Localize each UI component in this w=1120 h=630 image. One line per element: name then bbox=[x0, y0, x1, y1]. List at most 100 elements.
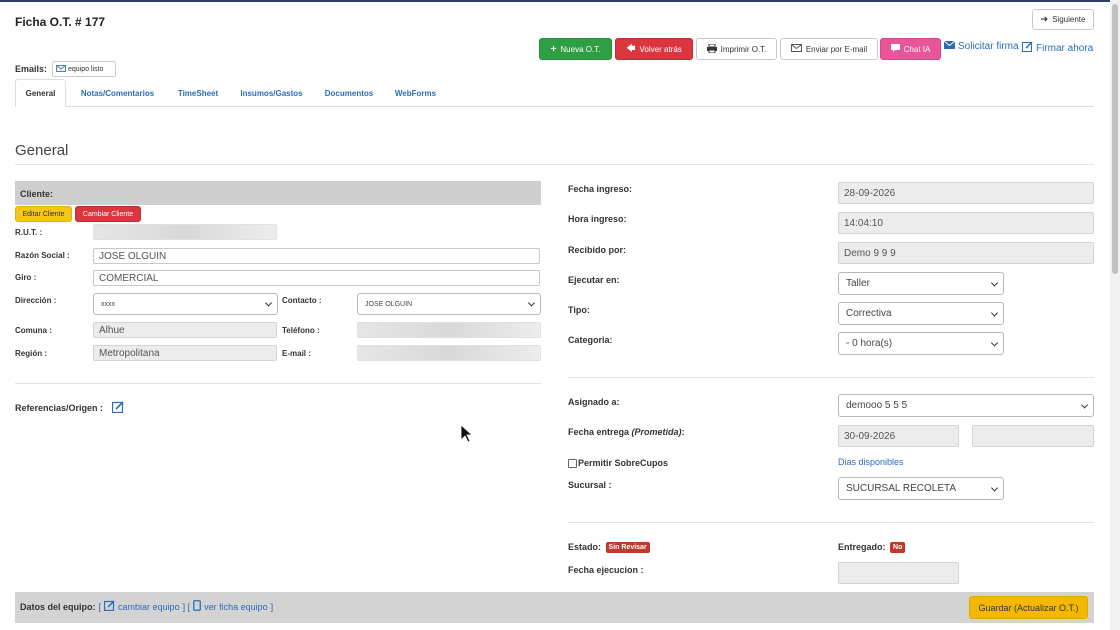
tab-bar: General Notas/Comentarios TimeSheet Insu… bbox=[15, 79, 1094, 107]
region-label: Región : bbox=[15, 349, 47, 358]
sucursal-label: Sucursal : bbox=[568, 480, 612, 490]
sucursal-select[interactable]: SUCURSAL RECOLETA bbox=[838, 477, 1004, 500]
change-client-button[interactable]: Cambiar Cliente bbox=[75, 206, 141, 222]
send-email-button[interactable]: Enviar por E-mail bbox=[780, 38, 878, 60]
tab-timesheet[interactable]: TimeSheet bbox=[170, 79, 226, 107]
hora-ingreso-label: Hora ingreso: bbox=[568, 214, 627, 224]
tab-general[interactable]: General bbox=[15, 79, 66, 107]
chevron-down-icon bbox=[527, 299, 536, 307]
divider bbox=[568, 377, 1094, 378]
emails-label: Emails: bbox=[15, 64, 48, 74]
sobrecupos-checkbox[interactable] bbox=[568, 459, 577, 468]
asignado-select[interactable]: demooo 5 5 5 bbox=[838, 394, 1094, 417]
tab-notas[interactable]: Notas/Comentarios bbox=[72, 79, 163, 107]
chevron-down-icon bbox=[990, 278, 999, 287]
scrollbar[interactable] bbox=[1110, 0, 1120, 630]
section-title: General bbox=[15, 142, 69, 159]
razon-social-label: Razón Social : bbox=[15, 251, 70, 260]
categoria-label: Categoria: bbox=[568, 335, 613, 345]
request-signature-link[interactable]: Solicitar firma bbox=[943, 40, 1019, 52]
save-button[interactable]: Guardar (Actualizar O.T.) bbox=[969, 596, 1088, 619]
hora-ingreso-field: 14:04:10 bbox=[838, 212, 1094, 234]
cliente-label: Cliente: bbox=[20, 189, 54, 199]
chat-icon bbox=[890, 44, 900, 54]
top-accent-line bbox=[0, 0, 1120, 2]
comuna-field: Alhue bbox=[93, 322, 277, 338]
tab-insumos[interactable]: Insumos/Gastos bbox=[233, 79, 310, 107]
arrow-left-icon: 🡄 bbox=[626, 43, 636, 53]
categoria-select[interactable]: - 0 hora(s) bbox=[838, 332, 1004, 355]
bracket: ] bbox=[270, 601, 274, 612]
chevron-down-icon bbox=[264, 299, 273, 307]
chat-ia-button[interactable]: Chat IA bbox=[880, 38, 941, 60]
chevron-down-icon bbox=[1080, 400, 1089, 409]
contacto-label: Contacto : bbox=[282, 296, 322, 305]
printer-icon bbox=[706, 43, 717, 55]
cliente-header bbox=[15, 181, 541, 205]
divider bbox=[568, 522, 1094, 523]
asignado-label: Asignado a: bbox=[568, 397, 620, 407]
telefono-label: Teléfono : bbox=[282, 326, 320, 335]
email-label: E-mail : bbox=[282, 349, 311, 358]
entregado-label: Entregado: No bbox=[838, 542, 906, 554]
tipo-label: Tipo: bbox=[568, 305, 590, 315]
next-button[interactable]: ➜ Siguiente bbox=[1032, 9, 1094, 30]
contacto-select[interactable]: JOSE OLGUIN bbox=[357, 293, 541, 315]
status-badge: Sin Revisar bbox=[605, 542, 650, 554]
fecha-entrega-field[interactable]: 30-09-2026 bbox=[838, 425, 959, 447]
rut-field bbox=[93, 224, 277, 240]
edit-icon bbox=[103, 600, 115, 613]
fecha-ingreso-label: Fecha ingreso: bbox=[568, 184, 633, 194]
print-button[interactable]: Imprimir O.T. bbox=[696, 38, 777, 60]
fecha-ejecucion-label: Fecha ejecucion : bbox=[568, 565, 644, 575]
sobrecupos-label: Permitir SobreCupos bbox=[578, 458, 669, 468]
edit-icon[interactable] bbox=[111, 401, 124, 416]
rut-label: R.U.T. : bbox=[15, 228, 43, 237]
dias-disponibles-link[interactable]: Dias disponibles bbox=[838, 457, 904, 467]
envelope-icon bbox=[56, 64, 66, 74]
estado-label: Estado: Sin Revisar bbox=[568, 542, 650, 554]
razon-social-field[interactable]: JOSE OLGUIN bbox=[93, 248, 540, 264]
region-field: Metropolitana bbox=[93, 345, 277, 361]
chevron-down-icon bbox=[990, 338, 999, 347]
sign-now-link[interactable]: Firmar ahora bbox=[1022, 41, 1093, 55]
telefono-field bbox=[357, 322, 541, 338]
email-field bbox=[357, 345, 541, 361]
recibido-field: Demo 9 9 9 bbox=[838, 242, 1094, 264]
email-template-chip[interactable]: equipo listo bbox=[52, 61, 116, 77]
tab-documentos[interactable]: Documentos bbox=[317, 79, 381, 107]
recibido-label: Recibido por: bbox=[568, 245, 626, 255]
tipo-select[interactable]: Correctiva bbox=[838, 302, 1004, 325]
direccion-select[interactable]: xxxx bbox=[93, 293, 278, 315]
ejecutar-select[interactable]: Taller bbox=[838, 272, 1004, 295]
chevron-down-icon bbox=[990, 308, 999, 317]
divider bbox=[15, 164, 1094, 165]
back-button[interactable]: 🡄 Volver atrás bbox=[615, 38, 693, 60]
equipment-links: Datos del equipo: [ cambiar equipo ] [ v… bbox=[20, 600, 273, 613]
fecha-entrega-label: Fecha entrega (Prometida): bbox=[568, 427, 685, 437]
edit-client-button[interactable]: Editar Cliente bbox=[15, 206, 72, 222]
scrollbar-thumb[interactable] bbox=[1112, 4, 1118, 274]
ejecutar-label: Ejecutar en: bbox=[568, 275, 620, 285]
giro-label: Giro : bbox=[15, 273, 37, 282]
mobile-icon bbox=[193, 600, 201, 613]
bracket: [ bbox=[98, 601, 102, 612]
view-equipment-link[interactable]: ver ficha equipo bbox=[204, 602, 268, 612]
divider bbox=[15, 383, 541, 384]
bracket: ] [ bbox=[182, 601, 191, 612]
edit-icon bbox=[1022, 41, 1033, 55]
hora-entrega-field[interactable] bbox=[972, 425, 1094, 447]
new-ot-button[interactable]: + Nueva O.T. bbox=[539, 38, 612, 60]
tab-webforms[interactable]: WebForms bbox=[388, 79, 443, 107]
envelope-icon bbox=[790, 44, 802, 54]
fecha-ejecucion-field[interactable] bbox=[838, 562, 959, 584]
direccion-label: Dirección : bbox=[15, 296, 57, 305]
giro-field[interactable]: COMERCIAL bbox=[93, 270, 540, 286]
fecha-ingreso-field: 28-09-2026 bbox=[838, 182, 1094, 204]
datos-equipo-label: Datos del equipo: bbox=[20, 601, 96, 612]
chevron-down-icon bbox=[990, 483, 999, 492]
plus-icon: + bbox=[550, 43, 557, 55]
delivered-badge: No bbox=[890, 542, 906, 554]
change-equipment-link[interactable]: cambiar equipo bbox=[118, 602, 180, 612]
page-title: Ficha O.T. # 177 bbox=[15, 15, 106, 29]
